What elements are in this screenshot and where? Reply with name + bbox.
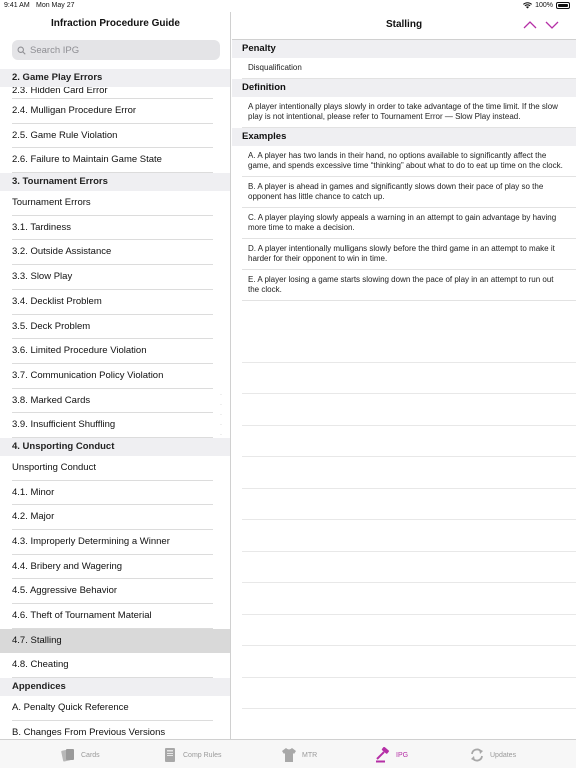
empty-row (242, 520, 576, 552)
detail-item: E. A player losing a game starts slowing… (232, 270, 576, 301)
detail-section-header: Examples (232, 127, 576, 146)
tab-label: IPG (396, 751, 409, 759)
tab-label: Updates (490, 751, 517, 759)
tab-cards[interactable]: Cards (60, 746, 100, 764)
detail-section-header: Penalty (232, 40, 576, 58)
status-right: 100% (523, 2, 570, 9)
sidebar: Infraction Procedure Guide 2. Game Play … (0, 12, 231, 739)
sidebar-list: 2. Game Play Errors 2.3. Hidden Card Erro… (0, 69, 230, 739)
empty-rows (242, 331, 576, 741)
tab-label: Comp Rules (183, 751, 222, 759)
list-item[interactable]: 4.7. Stalling (0, 628, 230, 654)
section-header: Appendices (0, 678, 230, 697)
status-date: Mon May 27 (36, 2, 75, 9)
list-item[interactable]: 3.3. Slow Play (0, 265, 230, 290)
book-icon (165, 748, 175, 762)
empty-row (242, 678, 576, 709)
list-item[interactable]: 4.1. Minor (0, 481, 230, 506)
tab-comp-rules[interactable]: Comp Rules (162, 746, 222, 764)
detail-pane: Stalling Penalty Disqualification Definiti… (232, 12, 576, 741)
list-item[interactable]: 4.4. Bribery and Wagering (0, 555, 230, 580)
empty-row (242, 583, 576, 615)
list-item[interactable]: 3.2. Outside Assistance (0, 240, 230, 265)
scroll-indicator: · · · · · (220, 392, 222, 438)
list-item[interactable]: Unsporting Conduct (0, 456, 230, 481)
detail-section-header: Definition (232, 78, 576, 97)
list-item[interactable]: 4.2. Major (0, 505, 230, 530)
list-item[interactable]: 3.1. Tardiness (0, 216, 230, 241)
list-item[interactable]: 3.6. Limited Procedure Violation (0, 339, 230, 364)
list-item[interactable]: 4.6. Theft of Tournament Material (0, 604, 230, 629)
list-item[interactable]: 3.7. Communication Policy Violation (0, 364, 230, 389)
empty-row (242, 331, 576, 363)
battery-icon (556, 2, 570, 9)
list-item[interactable]: 4.3. Improperly Determining a Winner (0, 530, 230, 555)
tab-bar: Cards Comp Rules MTR IPG Updates (0, 739, 576, 768)
status-bar: 9:41 AM Mon May 27 100% (0, 0, 576, 12)
list-item[interactable]: 3.4. Decklist Problem (0, 290, 230, 315)
list-item[interactable]: 2.4. Mulligan Procedure Error (0, 99, 230, 124)
list-item[interactable]: 3.8. Marked Cards (0, 389, 230, 414)
list-item[interactable]: 2.5. Game Rule Violation (0, 124, 230, 149)
empty-row (242, 646, 576, 678)
detail-item: A. A player has two lands in their hand,… (232, 146, 576, 177)
gavel-icon (376, 747, 389, 763)
empty-row (242, 426, 576, 457)
search-icon (17, 46, 26, 55)
list-item[interactable]: 3.5. Deck Problem (0, 315, 230, 340)
section-header: 3. Tournament Errors (0, 173, 230, 192)
detail-item: C. A player playing slowly appeals a war… (232, 208, 576, 239)
list-item[interactable]: A. Penalty Quick Reference (0, 696, 230, 721)
detail-item: B. A player is ahead in games and signif… (232, 177, 576, 208)
detail-item: Disqualification (232, 58, 576, 79)
battery-percent: 100% (535, 2, 553, 9)
list-item[interactable]: 4.5. Aggressive Behavior (0, 579, 230, 604)
detail-item: A player intentionally plays slowly in o… (232, 97, 576, 128)
empty-row (242, 615, 576, 646)
empty-row (242, 552, 576, 583)
list-item[interactable]: Tournament Errors (0, 191, 230, 216)
list-item[interactable]: 3.9. Insufficient Shuffling (0, 413, 230, 438)
detail-item: D. A player intentionally mulligans slow… (232, 239, 576, 270)
detail-content: Penalty Disqualification Definition A playe… (232, 40, 576, 301)
empty-row (242, 363, 576, 394)
tab-label: Cards (81, 751, 100, 759)
sidebar-title: Infraction Procedure Guide (51, 18, 180, 29)
empty-row (242, 457, 576, 489)
empty-row (242, 489, 576, 520)
search-bar[interactable] (12, 40, 220, 60)
section-header: 2. Game Play Errors (0, 69, 230, 87)
list-item[interactable]: B. Changes From Previous Versions (0, 721, 230, 739)
chevron-up-icon[interactable] (523, 20, 537, 30)
cards-icon (61, 749, 74, 762)
empty-row (242, 709, 576, 741)
shirt-icon (282, 748, 296, 762)
list-item[interactable]: 2.3. Hidden Card Error (0, 87, 230, 99)
section-header: 4. Unsporting Conduct (0, 437, 230, 456)
refresh-icon (471, 748, 483, 762)
wifi-icon (523, 2, 533, 9)
tab-ipg[interactable]: IPG (375, 746, 408, 764)
search-input[interactable] (30, 44, 210, 56)
list-item[interactable]: 4.8. Cheating (0, 653, 230, 678)
tab-label: MTR (302, 751, 318, 759)
list-item[interactable]: 2.6. Failure to Maintain Game State (0, 148, 230, 173)
empty-row (242, 394, 576, 426)
status-time: 9:41 AM (4, 2, 30, 9)
tab-mtr[interactable]: MTR (281, 746, 317, 764)
chevron-down-icon[interactable] (545, 20, 559, 30)
tab-updates[interactable]: Updates (469, 746, 516, 764)
